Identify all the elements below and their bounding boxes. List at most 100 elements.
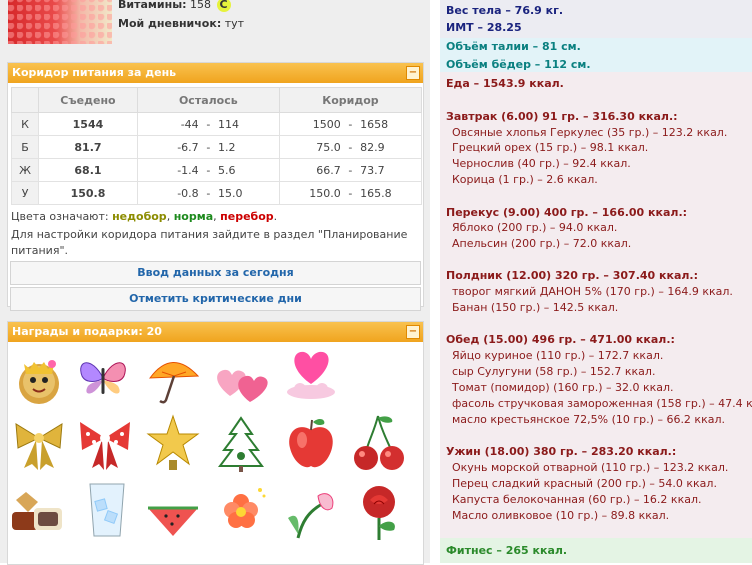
table-row: У 150.8 -0.8 - 15.0 150.0 - 165.8 — [10, 181, 423, 205]
profile-header: Витамины: 158 C Мой дневничок: тут — [0, 0, 430, 50]
dash: - — [341, 158, 360, 182]
meal-item: Банан (150 гр.) – 142.5 ккал. — [452, 301, 619, 314]
dash: - — [199, 158, 218, 182]
tulip-icon[interactable] — [278, 478, 340, 540]
meal-item: творог мягкий ДАНОН 5% (170 гр.) – 164.9… — [452, 285, 733, 298]
vitamins-label: Витамины: — [118, 0, 187, 11]
legend-norm: норма — [173, 210, 214, 223]
legend-prefix: Цвета означают: — [11, 210, 109, 223]
dash: - — [341, 112, 360, 136]
corridor-min: 1500 — [278, 112, 342, 136]
red-bow-icon[interactable] — [74, 412, 136, 474]
avatar[interactable] — [8, 0, 112, 44]
rose-icon[interactable] — [348, 478, 410, 540]
hips-value: Объём бёдер – 112 см. — [446, 58, 591, 71]
dash: - — [199, 181, 218, 205]
gold-bow-icon[interactable] — [8, 412, 70, 474]
umbrella-icon[interactable] — [142, 348, 204, 410]
left-max: 5.6 — [217, 158, 280, 182]
vitamins-row: Витамины: 158 C — [118, 0, 231, 12]
meal-item: Грецкий орех (15 гр.) – 98.1 ккал. — [452, 141, 649, 154]
meal-item: Перец сладкий красный (200 гр.) – 54.0 к… — [452, 477, 717, 490]
apple-icon[interactable] — [280, 412, 342, 474]
corridor-max: 73.7 — [359, 158, 423, 182]
left-max: 15.0 — [217, 181, 280, 205]
table-header-corridor: Коридор — [278, 87, 423, 113]
corridor-max: 165.8 — [359, 181, 423, 205]
gold-star-icon[interactable] — [142, 412, 204, 474]
gift-grid — [8, 342, 423, 562]
left-column: Витамины: 158 C Мой дневничок: тут Корид… — [0, 0, 430, 565]
cherries-icon[interactable] — [348, 412, 410, 474]
candies-icon[interactable] — [8, 478, 70, 540]
heart-cloud-icon[interactable] — [280, 342, 342, 404]
table-row: К 1544 -44 - 114 1500 - 1658 — [10, 112, 423, 136]
meal-title: Завтрак (6.00) 91 гр. – 316.30 ккал.: — [446, 110, 752, 123]
left-max: 114 — [217, 112, 280, 136]
collapse-icon[interactable]: − — [406, 66, 420, 80]
diary-link[interactable]: тут — [225, 17, 244, 30]
meal-item: Окунь морской отварной (110 гр.) – 123.2… — [452, 461, 729, 474]
fitness-value: Фитнес – 265 ккал. — [446, 544, 568, 557]
corridor-min: 150.0 — [278, 181, 342, 205]
left-max: 1.2 — [217, 135, 280, 159]
diary-label: Мой дневничок: — [118, 17, 222, 30]
color-legend: Цвета означают: недобор, норма, перебор. — [11, 210, 278, 223]
table-header-left: Осталось — [136, 87, 280, 113]
waist-value: Объём талии – 81 см. — [446, 40, 581, 53]
corridor-max: 82.9 — [359, 135, 423, 159]
collapse-icon[interactable]: − — [406, 325, 420, 339]
awards-panel-header: Награды и подарки: 20 − — [8, 322, 423, 342]
meal-title: Полдник (12.00) 320 гр. – 307.40 ккал.: — [446, 269, 752, 282]
meal-item: Корица (1 гр.) – 2.6 ккал. — [452, 173, 598, 186]
eaten-value: 1544 — [38, 112, 138, 136]
row-key: Б — [10, 135, 40, 159]
corridor-panel: Коридор питания за день − Съедено Остало… — [7, 62, 424, 311]
setup-note: Для настройки коридора питания зайдите в… — [11, 228, 408, 257]
right-column: Вес тела – 76.9 кг. ИМТ – 28.25 Объём та… — [440, 0, 752, 563]
mark-critical-days-button[interactable]: Отметить критические дни — [10, 287, 421, 311]
vitamin-c-icon: C — [216, 0, 231, 12]
food-line: Еда – 1543.9 ккал. — [446, 77, 752, 90]
meal-item: Яблоко (200 гр.) – 94.0 ккал. — [452, 221, 618, 234]
weight-value: Вес тела – 76.9 кг. — [446, 4, 564, 17]
row-key: У — [10, 181, 40, 205]
meal-item: Чернослив (40 гр.) – 92.4 ккал. — [452, 157, 631, 170]
corridor-table: Съедено Осталось Коридор К 1544 -44 - 11… — [10, 87, 423, 205]
butterfly-icon[interactable] — [72, 348, 134, 410]
eaten-value: 68.1 — [38, 158, 138, 182]
two-hearts-icon[interactable] — [210, 348, 272, 410]
corridor-max: 1658 — [359, 112, 423, 136]
dash: - — [199, 135, 218, 159]
corridor-panel-header: Коридор питания за день − — [8, 63, 423, 83]
left-min: -1.4 — [136, 158, 200, 182]
meal-title: Обед (15.00) 496 гр. – 471.00 ккал.: — [446, 333, 752, 346]
corridor-min: 75.0 — [278, 135, 342, 159]
bmi-value: ИМТ – 28.25 — [446, 21, 522, 34]
awards-panel: Награды и подарки: 20 − — [7, 321, 424, 565]
table-row: Б 81.7 -6.7 - 1.2 75.0 - 82.9 — [10, 135, 423, 159]
straw-doll-icon[interactable] — [8, 348, 70, 410]
christmas-tree-icon[interactable] — [210, 412, 272, 474]
left-min: -6.7 — [136, 135, 200, 159]
row-key: Ж — [10, 158, 40, 182]
row-key: К — [10, 112, 40, 136]
meal-title-text: Завтрак (6.00) 91 гр. – 316.30 ккал.: — [446, 110, 678, 123]
legend-under: недобор — [112, 210, 167, 223]
meal-title: Перекус (9.00) 400 гр. – 166.00 ккал.: — [446, 206, 752, 219]
meal-item: Капуста белокочанная (60 гр.) – 16.2 кка… — [452, 493, 702, 506]
meal-item: Апельсин (200 гр.) – 72.0 ккал. — [452, 237, 632, 250]
awards-title: Награды и подарки: 20 — [12, 325, 162, 338]
meal-title-text: Перекус (9.00) 400 гр. – 166.00 ккал.: — [446, 206, 688, 219]
meal-item: Яйцо куриное (110 гр.) – 172.7 ккал. — [452, 349, 664, 362]
eaten-value: 81.7 — [38, 135, 138, 159]
meal-item: Томат (помидор) (160 гр.) – 32.0 ккал. — [452, 381, 674, 394]
flower-icon[interactable] — [210, 478, 272, 540]
meal-title-text: Ужин (18.00) 380 гр. – 283.20 ккал.: — [446, 445, 677, 458]
eaten-value: 150.8 — [38, 181, 138, 205]
food-total: Еда – 1543.9 ккал. — [446, 77, 564, 90]
table-header-empty — [10, 87, 40, 113]
enter-today-button[interactable]: Ввод данных за сегодня — [10, 261, 421, 285]
glass-of-water-icon[interactable] — [76, 478, 138, 540]
watermelon-icon[interactable] — [142, 478, 204, 540]
